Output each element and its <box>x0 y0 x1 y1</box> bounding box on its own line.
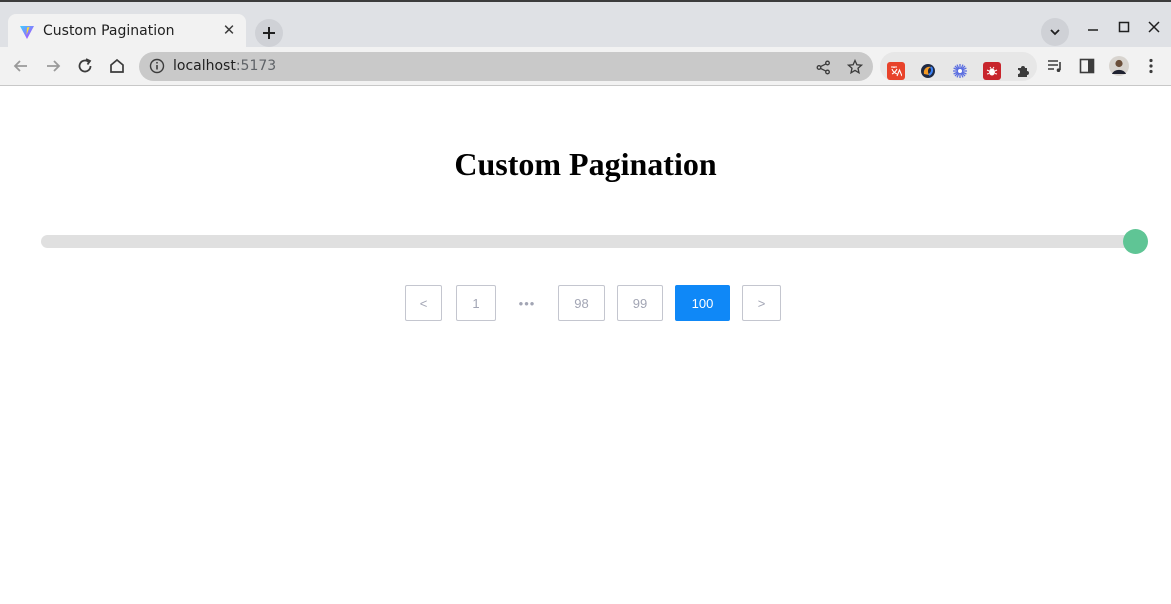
avatar-icon <box>1109 56 1129 76</box>
forward-button[interactable] <box>42 55 64 77</box>
browser-tab-active[interactable]: Custom Pagination ✕ <box>8 14 246 49</box>
page-title: Custom Pagination <box>454 146 717 182</box>
arrow-left-icon <box>13 60 27 72</box>
url-host: localhost <box>173 58 236 74</box>
slider-thumb[interactable] <box>1123 229 1148 254</box>
extensions-group <box>880 52 1037 81</box>
share-icon <box>816 60 830 74</box>
back-button[interactable] <box>10 55 32 77</box>
info-icon[interactable] <box>149 58 165 74</box>
page-button-100-active[interactable]: 100 <box>675 285 730 321</box>
media-queue-icon <box>1048 60 1061 72</box>
puzzle-icon <box>1018 66 1029 77</box>
home-icon <box>110 58 124 73</box>
page-button-99[interactable]: 99 <box>617 285 663 321</box>
pagination: < 1 ••• 98 99 100 > <box>405 285 781 321</box>
chevron-down-icon <box>1050 29 1060 36</box>
share-button[interactable] <box>814 58 832 76</box>
tab-search-button[interactable] <box>1041 18 1069 46</box>
plus-icon <box>263 27 275 39</box>
maximize-icon <box>1118 21 1130 33</box>
reading-list-button[interactable] <box>1045 56 1065 76</box>
star-icon <box>847 59 863 75</box>
extensions-puzzle-button[interactable] <box>1014 62 1032 80</box>
extension-translate-icon[interactable] <box>887 62 905 80</box>
close-icon <box>1148 21 1160 33</box>
new-tab-button[interactable] <box>255 19 283 47</box>
pagination-ellipsis[interactable]: ••• <box>496 285 558 321</box>
maximize-button[interactable] <box>1113 16 1135 38</box>
home-button[interactable] <box>106 55 128 77</box>
extension-bug-icon[interactable] <box>983 62 1001 80</box>
page-button-1[interactable]: 1 <box>456 285 496 321</box>
tab-close-icon[interactable]: ✕ <box>221 22 237 40</box>
profile-avatar[interactable] <box>1109 56 1129 76</box>
kebab-menu-icon <box>1149 58 1153 74</box>
minimize-icon <box>1088 29 1098 31</box>
translate-glyph-icon <box>891 66 902 77</box>
reload-button[interactable] <box>74 55 96 77</box>
page-button-98[interactable]: 98 <box>558 285 605 321</box>
swirl-glyph-icon <box>921 64 935 78</box>
bug-glyph-icon <box>986 66 998 76</box>
arrow-right-icon <box>47 60 61 72</box>
browser-menu-button[interactable] <box>1141 56 1161 76</box>
slider-track[interactable] <box>41 235 1135 248</box>
side-panel-icon <box>1079 58 1095 74</box>
extension-asterisk-icon[interactable] <box>951 62 969 80</box>
bookmark-button[interactable] <box>846 58 864 76</box>
tab-title: Custom Pagination <box>43 23 175 39</box>
minimize-button[interactable] <box>1082 16 1104 38</box>
url-text[interactable]: localhost:5173 <box>173 58 276 74</box>
reload-icon <box>78 58 92 73</box>
close-window-button[interactable] <box>1143 16 1165 38</box>
asterisk-glyph-icon <box>953 64 967 78</box>
extension-swirl-icon[interactable] <box>919 62 937 80</box>
page-slider[interactable] <box>41 229 1148 254</box>
browser-tabstrip: Custom Pagination ✕ <box>0 0 1171 49</box>
address-bar[interactable]: localhost:5173 <box>139 52 873 81</box>
prev-page-button[interactable]: < <box>405 285 442 321</box>
browser-toolbar: localhost:5173 <box>0 47 1171 86</box>
next-page-button[interactable]: > <box>742 285 781 321</box>
url-port: :5173 <box>235 58 277 74</box>
vite-favicon-icon <box>20 26 34 39</box>
side-panel-button[interactable] <box>1077 56 1097 76</box>
